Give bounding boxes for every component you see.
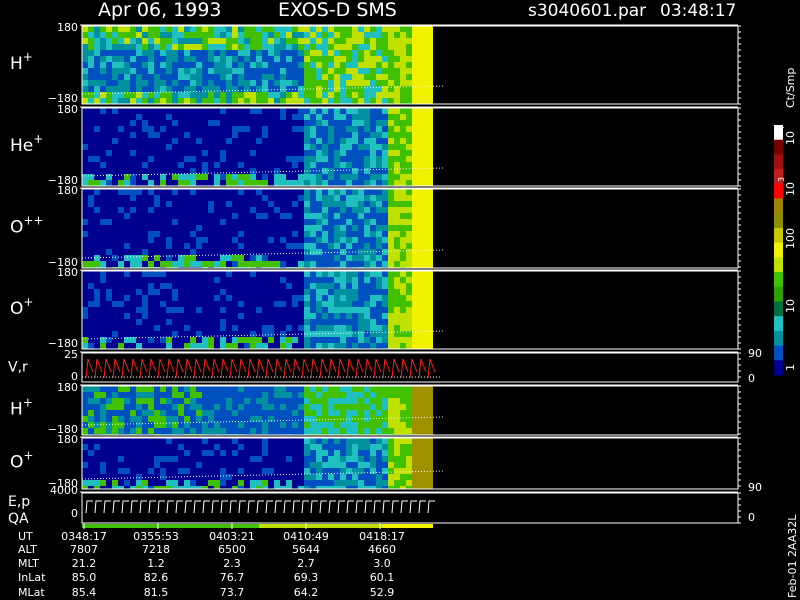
- ytick-top: 180: [57, 381, 78, 394]
- ep-label: E,p: [8, 494, 30, 510]
- axis-value: 0348:17: [61, 530, 107, 543]
- colorbar-swatch: [774, 360, 783, 376]
- ytick-top: 180: [57, 103, 78, 116]
- colorbar-tick: 10: [784, 299, 797, 313]
- axis-row-label: MLat: [18, 586, 45, 599]
- colorbar-tick: 3: [777, 177, 786, 182]
- colorbar-swatch: [774, 286, 783, 302]
- ytick-left-top: 4000: [50, 484, 78, 497]
- colorbar-tick: 10: [784, 182, 797, 196]
- colorbar-swatch: [774, 272, 783, 288]
- ytick-top: 180: [57, 433, 78, 446]
- axis-value: 73.7: [220, 586, 245, 599]
- file-time: 03:48:17: [660, 1, 736, 21]
- axis-value: 69.3: [294, 571, 319, 584]
- axis-row-label: MLT: [18, 557, 39, 570]
- instrument-title: EXOS-D SMS: [278, 0, 397, 21]
- colorbar-swatch: [774, 345, 783, 361]
- colorbar-swatch: [774, 330, 783, 347]
- ytick-top: 180: [57, 21, 78, 34]
- colorbar-tick: 10: [784, 131, 797, 145]
- ytick-right-bottom: 0: [748, 511, 755, 524]
- axis-value: 7218: [142, 543, 170, 556]
- colorbar-tick: 1: [784, 364, 797, 371]
- axis-value: 5644: [292, 543, 320, 556]
- colorbar-unit: Ct/Smp: [784, 68, 797, 108]
- axis-value: 85.4: [72, 586, 97, 599]
- axis-value: 85.0: [72, 571, 97, 584]
- colorbar-swatch: [774, 257, 783, 273]
- axis-value: 0410:49: [283, 530, 329, 543]
- axis-value: 0355:53: [133, 530, 179, 543]
- ytick-left-bottom: 0: [71, 507, 78, 520]
- date-title: Apr 06, 1993: [98, 0, 222, 21]
- colorbar-swatch: [774, 198, 783, 214]
- colorbar-tick: 100: [784, 228, 797, 249]
- axis-value: 4660: [368, 543, 396, 556]
- axis-value: 64.2: [294, 586, 319, 599]
- axis-value: 0418:17: [359, 530, 405, 543]
- axis-value: 6500: [218, 543, 246, 556]
- axis-value: 60.1: [370, 571, 395, 584]
- colorbar-swatch: [774, 183, 783, 200]
- colorbar-swatch: [774, 213, 783, 229]
- ytick-right-bottom: 0: [748, 372, 755, 385]
- axis-value: 82.6: [144, 571, 169, 584]
- ytick-right-top: 90: [748, 481, 762, 494]
- colorbar-swatch: [774, 242, 783, 258]
- footer-stamp: Feb-01 2AA32L: [786, 514, 799, 598]
- colorbar-tick: 4: [777, 126, 786, 131]
- spectrogram-figure: Apr 06, 1993 EXOS-D SMS s3040601.par 03:…: [0, 0, 800, 600]
- colorbar-swatch: [774, 139, 783, 155]
- axis-value: 3.0: [373, 557, 391, 570]
- axis-value: 2.3: [223, 557, 241, 570]
- axis-row-label: ALT: [18, 543, 37, 556]
- axis-value: 0403:21: [209, 530, 255, 543]
- axis-value: 21.2: [72, 557, 97, 570]
- colorbar-swatch: [774, 301, 783, 317]
- qa-label: QA: [8, 511, 29, 527]
- ytick-top: 180: [57, 184, 78, 197]
- axis-row-label: InLat: [18, 571, 46, 584]
- axis-value: 2.7: [297, 557, 315, 570]
- axis-row-label: UT: [18, 530, 33, 543]
- vr-label: V,r: [8, 360, 28, 376]
- colorbar-swatch: [774, 154, 783, 170]
- colorbar-swatch: [774, 316, 783, 332]
- ytick-top: 180: [57, 266, 78, 279]
- ytick-left-top: 25: [64, 348, 78, 361]
- file-name: s3040601.par: [528, 1, 646, 21]
- axis-value: 81.5: [144, 586, 169, 599]
- colorbar-swatch: [774, 227, 783, 244]
- axis-value: 76.7: [220, 571, 245, 584]
- ytick-right-top: 90: [748, 347, 762, 360]
- axis-value: 7807: [70, 543, 98, 556]
- axis-value: 1.2: [147, 557, 165, 570]
- axis-value: 52.9: [370, 586, 395, 599]
